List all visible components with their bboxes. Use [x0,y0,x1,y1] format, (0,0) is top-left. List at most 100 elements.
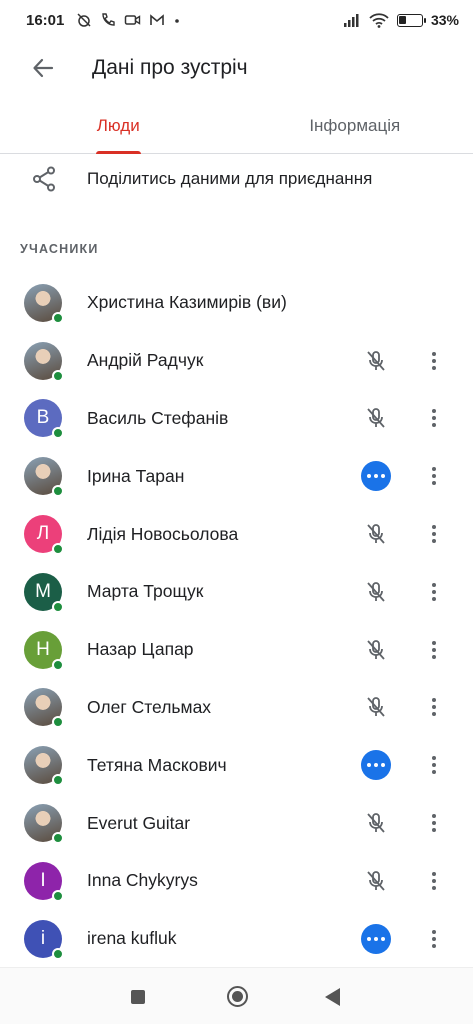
participant-name: Тетяна Маскович [87,754,227,775]
participant-row[interactable]: М Марта Трощук [0,563,473,621]
tab-info[interactable]: Інформація [237,98,473,153]
participant-name: Марта Трощук [87,581,204,602]
mic-off-icon[interactable] [360,518,392,550]
avatar-initial: i [40,927,46,949]
speaking-indicator-icon[interactable] [361,923,391,954]
speaking-indicator-icon[interactable] [361,461,391,492]
participant-name: Христина Казимирів (ви) [87,292,287,313]
online-status-dot [52,658,64,671]
app-bar: Дані про зустріч [0,40,473,96]
participant-row[interactable]: Олег Стельмах [0,679,473,737]
more-options-icon[interactable] [420,923,448,955]
participant-name: Назар Цапар [87,639,194,660]
back-button[interactable] [21,46,65,90]
alarm-off-icon [77,13,91,27]
participant-name: irena kufluk [87,928,177,949]
participant-name: Олег Стельмах [87,696,212,717]
mic-off-icon[interactable] [360,634,392,666]
avatar: М [24,572,64,613]
avatar [24,341,64,382]
participant-row[interactable]: Христина Казимирів (ви) [0,274,473,332]
tab-people[interactable]: Люди [0,98,237,154]
more-options-icon[interactable] [420,865,448,897]
online-status-dot [52,774,64,787]
online-status-dot [52,889,64,902]
dot-icon [175,19,180,23]
avatar-initial: I [40,869,46,891]
mic-off-icon[interactable] [360,691,392,723]
avatar-initial: В [36,407,50,429]
online-status-dot [52,716,64,729]
more-options-icon[interactable] [420,576,448,608]
avatar: I [24,861,64,902]
call-icon [102,13,116,26]
more-options-icon[interactable] [420,402,448,434]
tab-people-label: Люди [96,115,140,135]
more-options-icon[interactable] [420,460,448,492]
participant-name: Ірина Таран [87,465,185,486]
share-label: Поділитись даними для приєднання [87,169,373,188]
online-status-dot [52,600,64,613]
participant-name: Василь Стефанів [87,407,229,428]
participants-header: УЧАСНИКИ [20,242,99,256]
status-time: 16:01 [26,11,65,29]
online-status-dot [52,543,64,556]
participant-name: Inna Chykyrys [87,870,198,891]
avatar [24,457,64,498]
more-options-icon[interactable] [420,518,448,550]
more-options-icon[interactable] [420,807,448,839]
gmail-icon [150,14,165,25]
more-options-icon[interactable] [420,691,448,723]
speaking-indicator-icon[interactable] [361,750,391,781]
participant-row[interactable]: Л Лідія Новосьолова [0,505,473,563]
online-status-dot [52,947,64,960]
tab-info-label: Інформація [309,115,401,135]
home-circle-icon[interactable] [227,986,248,1007]
battery-icon [396,13,426,27]
mic-off-icon[interactable] [360,402,392,434]
status-icons-left [76,12,181,28]
system-nav-bar [0,967,473,1024]
online-status-dot [52,369,64,382]
participant-row[interactable]: Тетяна Маскович [0,736,473,794]
avatar [24,804,64,845]
participant-row[interactable]: Ірина Таран [0,447,473,505]
page-title: Дані про зустріч [92,56,248,79]
share-icon [30,165,58,193]
back-triangle-icon[interactable] [325,988,340,1006]
mic-off-icon[interactable] [360,345,392,377]
more-options-icon[interactable] [420,749,448,781]
participant-name: Everut Guitar [87,812,191,833]
avatar: Л [24,515,64,556]
online-status-dot [52,485,64,498]
participant-row[interactable]: Everut Guitar [0,794,473,852]
avatar-initial: Л [36,523,50,545]
status-bar: 16:01 33% [0,0,473,40]
recents-square-icon[interactable] [131,990,145,1004]
avatar: i [24,919,64,960]
online-status-dot [52,832,64,845]
avatar [24,283,64,324]
mic-off-icon[interactable] [360,865,392,897]
online-status-dot [52,311,64,324]
online-status-dot [52,427,64,440]
battery-level [399,16,407,24]
more-options-icon[interactable] [420,345,448,377]
participant-row[interactable]: Н Назар Цапар [0,621,473,679]
mic-off-icon[interactable] [360,576,392,608]
more-options-icon[interactable] [420,634,448,666]
mic-off-icon[interactable] [360,807,392,839]
arrow-back-icon [33,58,54,78]
participant-row[interactable]: I Inna Chykyrys [0,852,473,910]
avatar: Н [24,630,64,671]
participant-row[interactable]: Андрій Радчук [0,332,473,390]
participant-name: Андрій Радчук [87,350,204,371]
video-icon [125,15,141,25]
participant-row[interactable]: В Василь Стефанів [0,390,473,448]
tab-active-indicator [96,151,141,154]
avatar: В [24,399,64,440]
share-join-info-button[interactable]: Поділитись даними для приєднання [0,155,473,203]
participant-row[interactable]: i irena kufluk [0,910,473,968]
signal-icon [343,14,359,27]
avatar [24,746,64,787]
